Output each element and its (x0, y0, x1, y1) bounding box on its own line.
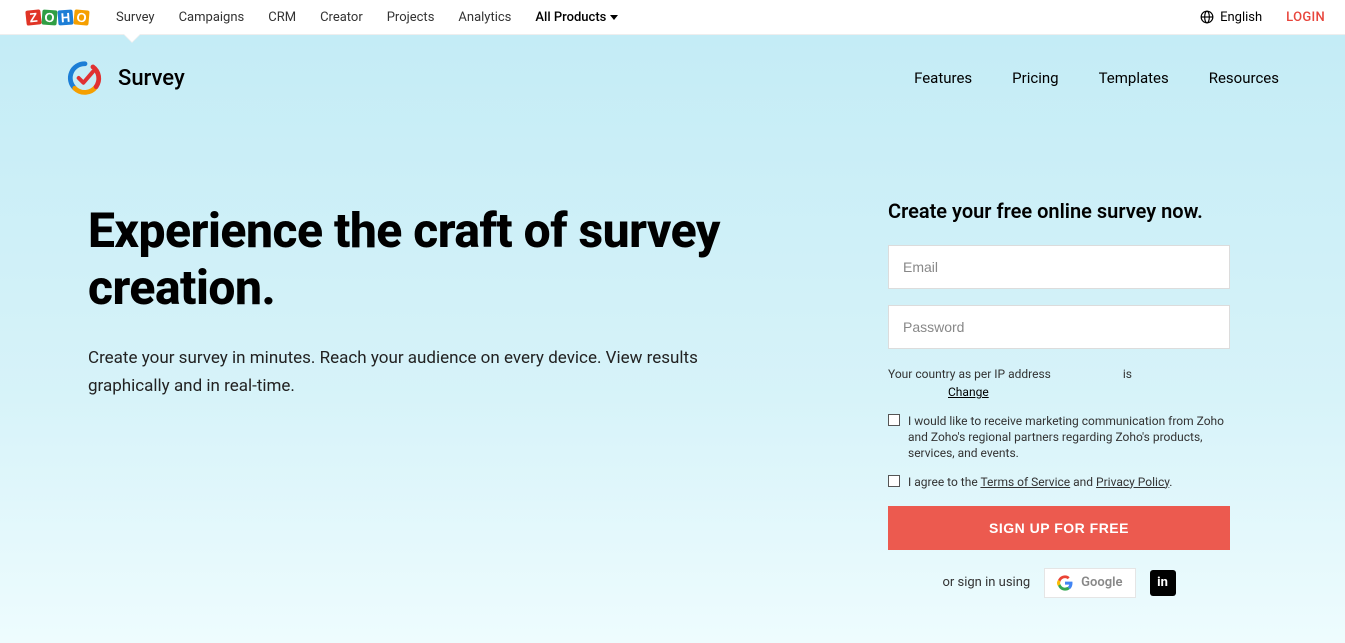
survey-logo-icon (66, 59, 104, 97)
app-nav-templates[interactable]: Templates (1099, 69, 1169, 87)
signup-title: Create your free online survey now. (888, 199, 1230, 223)
google-signin-label: Google (1081, 575, 1122, 590)
app-header: Survey Features Pricing Templates Resour… (0, 35, 1345, 107)
country-value (1055, 367, 1119, 381)
global-nav: Survey Campaigns CRM Creator Projects An… (116, 10, 618, 25)
terms-agree-checkbox[interactable] (888, 475, 900, 487)
alt-signin-row: or sign in using Google in (888, 568, 1230, 598)
linkedin-icon: in (1157, 575, 1168, 590)
signup-button[interactable]: SIGN UP FOR FREE (888, 506, 1230, 550)
app-brand[interactable]: Survey (66, 59, 185, 97)
agree-prefix: I agree to the (908, 475, 980, 489)
chevron-down-icon (610, 15, 618, 20)
language-label: English (1220, 10, 1262, 25)
terms-agree-row: I agree to the Terms of Service and Priv… (888, 474, 1230, 490)
nav-analytics[interactable]: Analytics (458, 10, 511, 25)
password-field[interactable] (888, 305, 1230, 349)
agree-mid: and (1070, 475, 1096, 489)
terms-of-service-link[interactable]: Terms of Service (980, 475, 1070, 489)
topbar-right: English LOGIN (1200, 10, 1325, 25)
nav-crm[interactable]: CRM (268, 10, 296, 25)
hero-copy: Experience the craft of survey creation.… (88, 203, 828, 400)
nav-all-products-label: All Products (535, 10, 606, 25)
hero-section: Survey Features Pricing Templates Resour… (0, 35, 1345, 643)
active-nav-pointer-icon (124, 34, 140, 42)
app-nav-pricing[interactable]: Pricing (1012, 69, 1058, 87)
marketing-consent-text: I would like to receive marketing commun… (908, 413, 1230, 462)
google-signin-button[interactable]: Google (1044, 568, 1135, 598)
zoho-logo-letter: Z (25, 9, 41, 25)
change-country-link[interactable]: Change (948, 385, 989, 399)
hero-headline: Experience the craft of survey creation. (88, 203, 828, 316)
agree-suffix: . (1169, 475, 1172, 489)
alt-signin-label: or sign in using (942, 575, 1030, 590)
country-suffix: is (1123, 367, 1132, 381)
marketing-consent-row: I would like to receive marketing commun… (888, 413, 1230, 462)
app-nav: Features Pricing Templates Resources (914, 69, 1279, 87)
app-nav-features[interactable]: Features (914, 69, 972, 87)
zoho-logo-letter: O (41, 9, 57, 25)
global-topbar: Z O H O Survey Campaigns CRM Creator Pro… (0, 0, 1345, 35)
country-detect-text: Your country as per IP address is (888, 367, 1230, 381)
globe-icon (1200, 10, 1214, 24)
google-icon (1057, 575, 1073, 591)
language-selector[interactable]: English (1200, 10, 1262, 25)
nav-projects[interactable]: Projects (387, 10, 435, 25)
terms-agree-text: I agree to the Terms of Service and Priv… (908, 474, 1172, 490)
marketing-consent-checkbox[interactable] (888, 414, 900, 426)
country-change-row: Change (888, 385, 1230, 399)
zoho-logo-letter: H (57, 9, 73, 25)
zoho-logo-letter: O (73, 9, 89, 25)
nav-campaigns[interactable]: Campaigns (179, 10, 245, 25)
nav-all-products[interactable]: All Products (535, 10, 618, 25)
privacy-policy-link[interactable]: Privacy Policy (1096, 475, 1169, 489)
login-link[interactable]: LOGIN (1286, 10, 1325, 25)
app-name: Survey (118, 66, 185, 91)
hero-subhead: Create your survey in minutes. Reach you… (88, 344, 728, 400)
hero-body: Experience the craft of survey creation.… (0, 107, 1345, 598)
email-field[interactable] (888, 245, 1230, 289)
signup-form: Create your free online survey now. Your… (888, 199, 1230, 598)
nav-survey[interactable]: Survey (116, 10, 155, 25)
zoho-logo[interactable]: Z O H O (26, 10, 90, 25)
linkedin-signin-button[interactable]: in (1150, 570, 1176, 596)
country-prefix: Your country as per IP address (888, 367, 1051, 381)
nav-creator[interactable]: Creator (320, 10, 363, 25)
app-nav-resources[interactable]: Resources (1209, 69, 1279, 87)
